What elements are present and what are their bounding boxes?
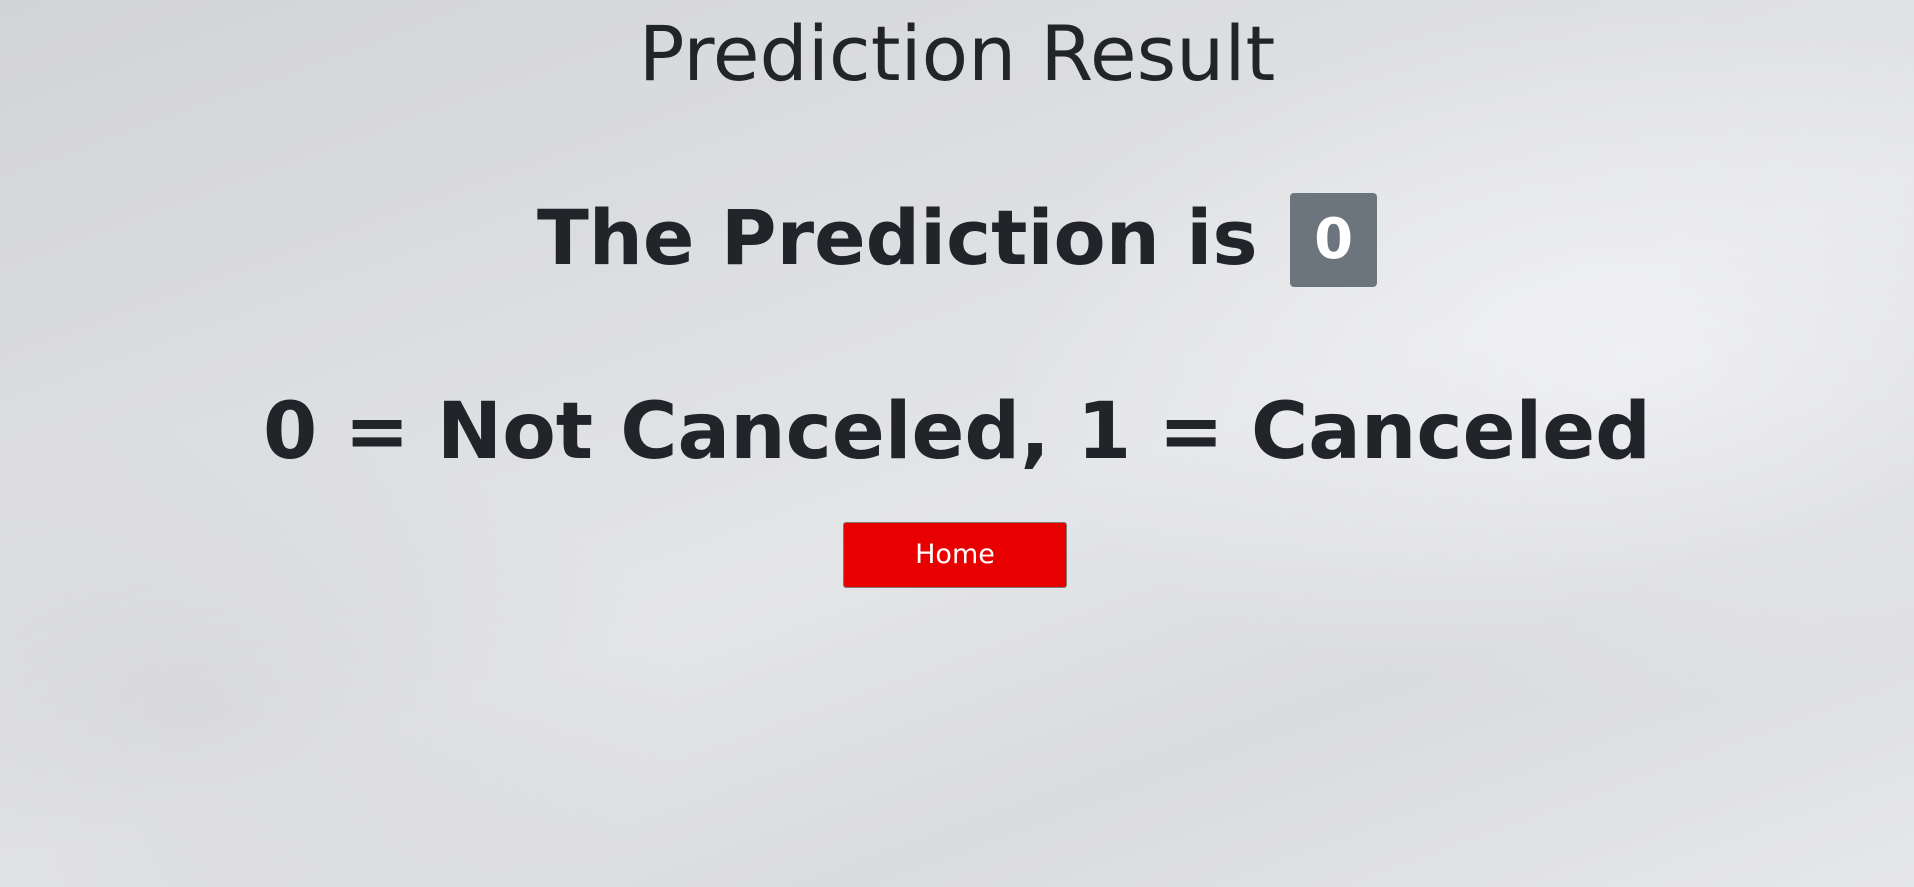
prediction-legend: 0 = Not Canceled, 1 = Canceled	[262, 387, 1651, 477]
prediction-statement: The Prediction is 0	[0, 190, 1914, 287]
home-button[interactable]: Home	[843, 522, 1067, 588]
prediction-label: The Prediction is	[536, 193, 1258, 282]
prediction-value-badge: 0	[1290, 193, 1378, 287]
page-title: Prediction Result	[638, 9, 1276, 98]
prediction-result-page: Prediction Result The Prediction is 0 0 …	[0, 0, 1914, 887]
